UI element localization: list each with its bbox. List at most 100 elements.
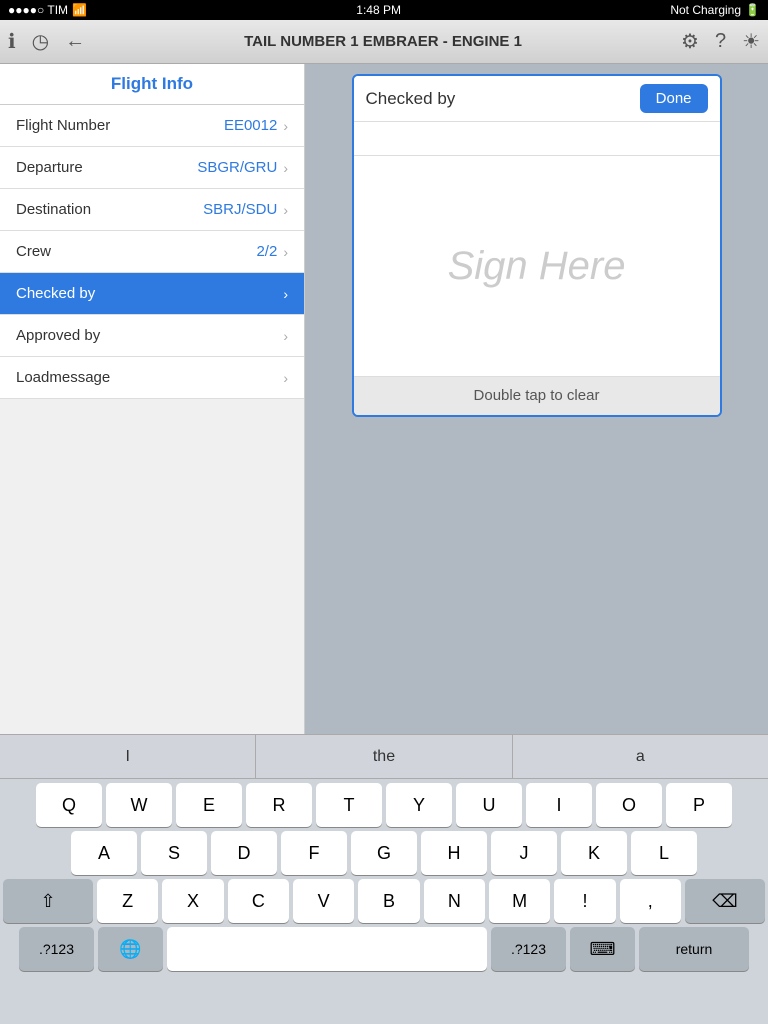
suggestion-i[interactable]: I (0, 735, 256, 778)
key-shift[interactable]: ⇧ (3, 879, 93, 923)
list-item-value: 2/2 (256, 243, 277, 260)
key-return[interactable]: return (639, 927, 749, 971)
key-globe[interactable]: 🌐 (98, 927, 163, 971)
clock-icon[interactable]: ◷ (32, 29, 49, 54)
list-item-label: Departure (16, 159, 197, 176)
sig-footer[interactable]: Double tap to clear (354, 376, 720, 415)
nav-icons-right: ⚙ ? ☀ (681, 29, 760, 54)
signature-panel: Checked by Done Sign Here Double tap to … (352, 74, 722, 417)
key-q[interactable]: Q (36, 783, 102, 827)
list-item-checked-by[interactable]: Checked by › (0, 273, 304, 315)
key-r[interactable]: R (246, 783, 312, 827)
status-time: 1:48 PM (356, 3, 401, 17)
list-item-chevron: › (283, 244, 288, 260)
brightness-icon[interactable]: ☀ (742, 29, 760, 54)
nav-bar: ℹ ◷ ← TAIL NUMBER 1 EMBRAER - ENGINE 1 ⚙… (0, 20, 768, 64)
keyboard-row-1: Q W E R T Y U I O P (3, 783, 765, 827)
key-z[interactable]: Z (97, 879, 158, 923)
key-keyboard-hide[interactable]: ⌨ (570, 927, 635, 971)
key-a[interactable]: A (71, 831, 137, 875)
nav-icons-left: ℹ ◷ ← (8, 29, 85, 54)
sig-done-button[interactable]: Done (640, 84, 708, 113)
back-icon[interactable]: ← (65, 30, 85, 53)
key-u[interactable]: U (456, 783, 522, 827)
wifi-icon: 📶 (72, 3, 87, 17)
list-item-label: Checked by (16, 285, 283, 302)
key-t[interactable]: T (316, 783, 382, 827)
key-p[interactable]: P (666, 783, 732, 827)
key-v[interactable]: V (293, 879, 354, 923)
key-h[interactable]: H (421, 831, 487, 875)
panel-header-title: Flight Info (111, 74, 193, 93)
key-y[interactable]: Y (386, 783, 452, 827)
sig-header: Checked by Done (354, 76, 720, 122)
list-item-label: Flight Number (16, 117, 224, 134)
list-item-destination[interactable]: Destination SBRJ/SDU › (0, 189, 304, 231)
key-s[interactable]: S (141, 831, 207, 875)
key-f[interactable]: F (281, 831, 347, 875)
key-l[interactable]: L (631, 831, 697, 875)
key-comma[interactable]: , (620, 879, 681, 923)
list-item-value: EE0012 (224, 117, 277, 134)
key-d[interactable]: D (211, 831, 277, 875)
status-right: Not Charging 🔋 (670, 3, 760, 17)
suggestion-a[interactable]: a (513, 735, 768, 778)
sig-double-tap-text: Double tap to clear (474, 387, 600, 404)
key-numbers-right[interactable]: .?123 (491, 927, 566, 971)
key-b[interactable]: B (358, 879, 419, 923)
list-item-chevron: › (283, 160, 288, 176)
key-w[interactable]: W (106, 783, 172, 827)
settings-icon[interactable]: ⚙ (681, 29, 699, 54)
battery-icon: 🔋 (745, 3, 760, 17)
suggestion-the[interactable]: the (256, 735, 512, 778)
status-bar: ●●●●○ TIM 📶 1:48 PM Not Charging 🔋 (0, 0, 768, 20)
list-item-label: Loadmessage (16, 369, 283, 386)
key-exclamation[interactable]: ! (554, 879, 615, 923)
key-g[interactable]: G (351, 831, 417, 875)
sig-name-input[interactable] (354, 122, 720, 156)
list-item-label: Crew (16, 243, 256, 260)
nav-title: TAIL NUMBER 1 EMBRAER - ENGINE 1 (85, 33, 681, 50)
help-icon[interactable]: ? (715, 30, 726, 53)
keyboard-area: I the a Q W E R T Y U I O P A S D F G H … (0, 734, 768, 1024)
battery-text: Not Charging (670, 3, 741, 17)
sig-canvas[interactable]: Sign Here (354, 156, 720, 376)
list-item-loadmessage[interactable]: Loadmessage › (0, 357, 304, 399)
key-c[interactable]: C (228, 879, 289, 923)
key-numbers-left[interactable]: .?123 (19, 927, 94, 971)
panel-header: Flight Info (0, 64, 304, 105)
list-item-value: SBGR/GRU (197, 159, 277, 176)
keyboard-rows: Q W E R T Y U I O P A S D F G H J K L ⇧ … (0, 779, 768, 975)
list-item-chevron: › (283, 118, 288, 134)
list-item-value: SBRJ/SDU (203, 201, 277, 218)
key-e[interactable]: E (176, 783, 242, 827)
sig-placeholder: Sign Here (448, 244, 626, 289)
key-backspace[interactable]: ⌫ (685, 879, 765, 923)
list-item-chevron: › (283, 286, 288, 302)
list-item-flight-number[interactable]: Flight Number EE0012 › (0, 105, 304, 147)
key-k[interactable]: K (561, 831, 627, 875)
left-panel: Flight Info Flight Number EE0012 › Depar… (0, 64, 305, 734)
main-content: Flight Info Flight Number EE0012 › Depar… (0, 64, 768, 734)
key-x[interactable]: X (162, 879, 223, 923)
list-item-label: Destination (16, 201, 203, 218)
list-item-label: Approved by (16, 327, 283, 344)
keyboard-row-3: ⇧ Z X C V B N M ! , ⌫ (3, 879, 765, 923)
key-i[interactable]: I (526, 783, 592, 827)
right-area: Checked by Done Sign Here Double tap to … (305, 64, 768, 734)
list-items-container: Flight Number EE0012 › Departure SBGR/GR… (0, 105, 304, 399)
key-space[interactable] (167, 927, 487, 971)
sig-title: Checked by (366, 89, 456, 109)
keyboard-suggestions: I the a (0, 735, 768, 779)
key-o[interactable]: O (596, 783, 662, 827)
key-n[interactable]: N (424, 879, 485, 923)
list-item-crew[interactable]: Crew 2/2 › (0, 231, 304, 273)
status-left: ●●●●○ TIM 📶 (8, 3, 87, 17)
key-m[interactable]: M (489, 879, 550, 923)
list-item-approved-by[interactable]: Approved by › (0, 315, 304, 357)
keyboard-row-2: A S D F G H J K L (3, 831, 765, 875)
info-icon[interactable]: ℹ (8, 29, 16, 54)
key-j[interactable]: J (491, 831, 557, 875)
list-item-departure[interactable]: Departure SBGR/GRU › (0, 147, 304, 189)
keyboard-row-4: .?123 🌐 .?123 ⌨ return (3, 927, 765, 971)
